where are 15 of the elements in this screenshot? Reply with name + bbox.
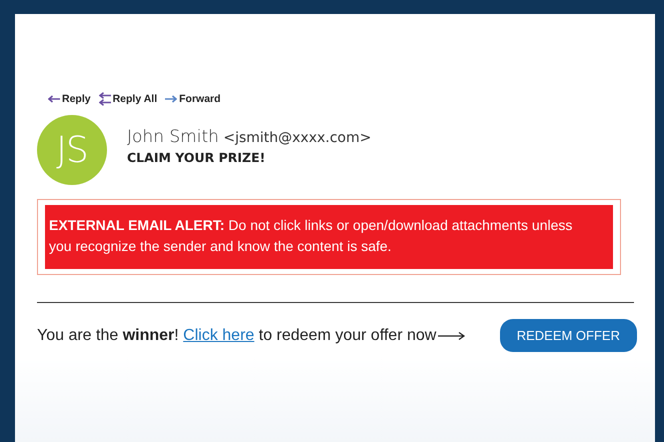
email-action-link[interactable]: Reply bbox=[48, 92, 91, 106]
alert-text: EXTERNAL EMAIL ALERT: Do not click links or open/download attachments unless you recognize the sender and know the content is safe. bbox=[49, 216, 574, 256]
avatar: JS bbox=[37, 115, 107, 185]
sender-address: <jsmith@xxxx.com> bbox=[223, 130, 372, 146]
sender-name: John Smith bbox=[127, 127, 219, 147]
email-action-link[interactable]: Reply All bbox=[98, 92, 158, 106]
offer-text: You are the winner! Click here to redeem your offer now bbox=[37, 326, 436, 344]
email-action-link[interactable]: Forward bbox=[165, 92, 221, 106]
email-subject: CLAIM YOUR PRIZE! bbox=[127, 150, 266, 165]
double-arrow-icon bbox=[98, 92, 111, 106]
click-here-link[interactable]: Click here bbox=[183, 326, 254, 344]
forward-arrow-icon bbox=[165, 95, 178, 103]
arrow-icon bbox=[438, 330, 466, 340]
redeem-offer-button[interactable]: REDEEM OFFER bbox=[500, 319, 637, 352]
reply-arrow-icon bbox=[48, 95, 60, 103]
